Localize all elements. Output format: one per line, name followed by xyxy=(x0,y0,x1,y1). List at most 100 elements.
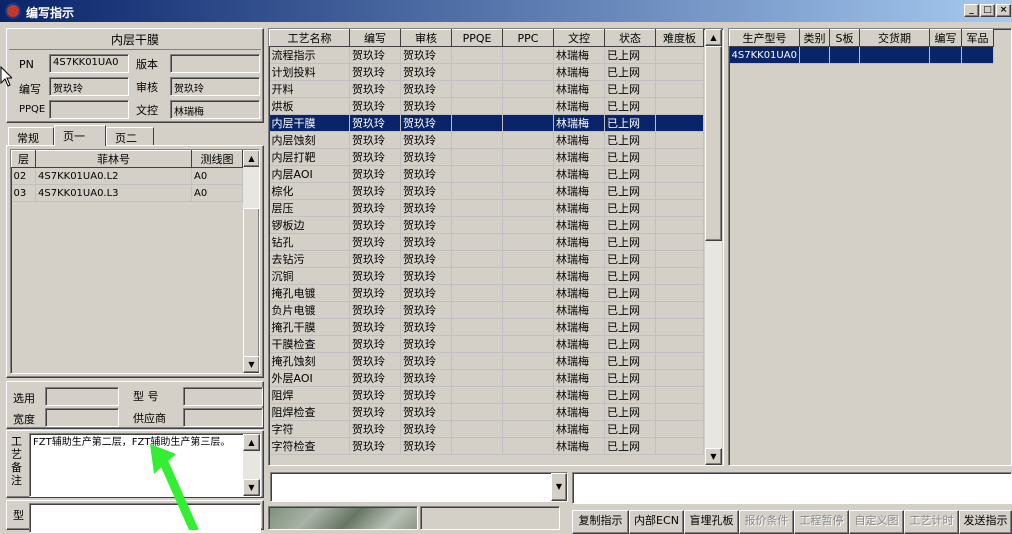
note-input[interactable] xyxy=(572,472,1012,504)
select-field[interactable] xyxy=(45,387,119,406)
table-cell xyxy=(502,318,554,336)
minimize-button[interactable]: _ xyxy=(964,4,979,17)
table-row[interactable]: 锣板边 贺玖玲 贺玖玲 林瑞梅 已上网 xyxy=(269,216,704,234)
table-cell xyxy=(451,420,503,438)
window-title-bar[interactable]: 编写指示 _ □ × xyxy=(0,0,1012,22)
engineering-pause-button[interactable]: 工程暂停 xyxy=(794,510,849,534)
copy-instruction-button[interactable]: 复制指示 xyxy=(572,510,629,534)
table-cell: 林瑞梅 xyxy=(553,437,605,455)
column-header-doc-control[interactable]: 文控 xyxy=(553,29,605,47)
table-row[interactable]: 内层蚀刻 贺玖玲 贺玖玲 林瑞梅 已上网 xyxy=(269,131,704,149)
column-header-ppqe[interactable]: PPQE xyxy=(451,29,503,47)
scroll-up-arrow-icon[interactable]: ▲ xyxy=(243,434,260,451)
width-field[interactable] xyxy=(45,408,119,427)
table-row[interactable]: 字符 贺玖玲 贺玖玲 林瑞梅 已上网 xyxy=(269,420,704,438)
close-button[interactable]: × xyxy=(996,4,1011,17)
table-row[interactable]: 03 4S7KK01UA0.L3 A0 xyxy=(11,184,243,202)
remarks-scrollbar[interactable]: ▲ ▼ xyxy=(243,434,260,496)
column-header-military[interactable]: 军品 xyxy=(961,29,994,47)
column-header-category[interactable]: 类别 xyxy=(799,29,830,47)
table-row[interactable]: 掩孔干膜 贺玖玲 贺玖玲 林瑞梅 已上网 xyxy=(269,318,704,336)
tab-page-two[interactable]: 页二 xyxy=(106,127,154,145)
version-field[interactable] xyxy=(170,54,260,73)
column-header-author[interactable]: 编写 xyxy=(349,29,401,47)
column-header-status[interactable]: 状态 xyxy=(604,29,656,47)
table-row[interactable]: 4S7KK01UA0 xyxy=(729,46,994,64)
table-row[interactable]: 流程指示 贺玖玲 贺玖玲 林瑞梅 已上网 xyxy=(269,46,704,64)
scroll-down-arrow-icon[interactable]: ▼ xyxy=(243,356,259,373)
ppqe-label: PPQE xyxy=(19,104,46,115)
table-row[interactable]: 计划投料 贺玖玲 贺玖玲 林瑞梅 已上网 xyxy=(269,63,704,81)
table-cell: 贺玖玲 xyxy=(400,182,452,200)
scroll-thumb[interactable] xyxy=(243,208,259,358)
scroll-thumb[interactable] xyxy=(705,46,722,241)
table-row[interactable]: 02 4S7KK01UA0.L2 A0 xyxy=(11,167,243,185)
table-cell xyxy=(502,233,554,251)
column-header-author[interactable]: 编写 xyxy=(929,29,962,47)
table-row[interactable]: 掩孔电镀 贺玖玲 贺玖玲 林瑞梅 已上网 xyxy=(269,284,704,302)
table-cell: 贺玖玲 xyxy=(400,420,452,438)
scroll-down-arrow-icon[interactable]: ▼ xyxy=(243,479,260,496)
maximize-button[interactable]: □ xyxy=(980,4,995,17)
model-field[interactable] xyxy=(183,387,263,406)
layer-table-scrollbar[interactable]: ▲ ▼ xyxy=(243,150,259,373)
scroll-up-arrow-icon[interactable]: ▲ xyxy=(705,29,722,46)
table-row[interactable]: 负片电镀 贺玖玲 贺玖玲 林瑞梅 已上网 xyxy=(269,301,704,319)
table-cell: 林瑞梅 xyxy=(553,335,605,353)
supplier-field[interactable] xyxy=(183,408,263,427)
column-header-process-name[interactable]: 工艺名称 xyxy=(269,29,350,47)
scroll-down-arrow-icon[interactable]: ▼ xyxy=(705,448,722,465)
author-field[interactable]: 贺玖玲 xyxy=(49,77,129,96)
column-header-s-board[interactable]: S板 xyxy=(829,29,860,47)
table-cell xyxy=(655,386,704,404)
table-row[interactable]: 阻焊检查 贺玖玲 贺玖玲 林瑞梅 已上网 xyxy=(269,403,704,421)
table-row[interactable]: 外层AOI 贺玖玲 贺玖玲 林瑞梅 已上网 xyxy=(269,369,704,387)
table-row[interactable]: 烘板 贺玖玲 贺玖玲 林瑞梅 已上网 xyxy=(269,97,704,115)
table-row[interactable]: 干膜检查 贺玖玲 贺玖玲 林瑞梅 已上网 xyxy=(269,335,704,353)
pn-field[interactable]: 4S7KK01UA0 xyxy=(49,54,129,73)
quote-condition-button[interactable]: 报价条件 xyxy=(739,510,794,534)
column-header-reviewer[interactable]: 审核 xyxy=(400,29,452,47)
process-combo-box[interactable]: ▼ xyxy=(270,472,568,502)
reviewer-field[interactable]: 贺玖玲 xyxy=(170,77,260,96)
doc-control-field[interactable]: 林瑞梅 xyxy=(170,100,260,119)
blind-buried-via-button[interactable]: 盲埋孔板 xyxy=(684,510,739,534)
remarks-label: 工艺备注 xyxy=(11,435,22,487)
table-cell: 已上网 xyxy=(604,182,656,200)
table-row[interactable]: 字符检查 贺玖玲 贺玖玲 林瑞梅 已上网 xyxy=(269,437,704,455)
table-cell xyxy=(655,97,704,115)
ppqe-field[interactable] xyxy=(49,100,129,119)
column-header-test-drawing[interactable]: 测线图 xyxy=(191,150,243,168)
custom-drawing-button[interactable]: 自定义图 xyxy=(849,510,904,534)
table-row[interactable]: 层压 贺玖玲 贺玖玲 林瑞梅 已上网 xyxy=(269,199,704,217)
process-table-scrollbar[interactable]: ▲ ▼ xyxy=(705,29,722,465)
column-header-layer[interactable]: 层 xyxy=(11,150,36,168)
column-header-delivery-date[interactable]: 交货期 xyxy=(859,29,930,47)
combo-dropdown-arrow-icon[interactable]: ▼ xyxy=(551,473,567,501)
table-row[interactable]: 掩孔蚀刻 贺玖玲 贺玖玲 林瑞梅 已上网 xyxy=(269,352,704,370)
column-header-film-no[interactable]: 菲林号 xyxy=(35,150,192,168)
table-cell: 贺玖玲 xyxy=(349,216,401,234)
tab-page-one[interactable]: 页一 xyxy=(54,125,106,146)
table-row[interactable]: 开料 贺玖玲 贺玖玲 林瑞梅 已上网 xyxy=(269,80,704,98)
table-row[interactable]: 钻孔 贺玖玲 贺玖玲 林瑞梅 已上网 xyxy=(269,233,704,251)
internal-ecn-button[interactable]: 内部ECN xyxy=(629,510,684,534)
scroll-up-arrow-icon[interactable]: ▲ xyxy=(243,150,259,167)
send-instruction-button[interactable]: 发送指示 xyxy=(959,510,1012,534)
table-row[interactable]: 阻焊 贺玖玲 贺玖玲 林瑞梅 已上网 xyxy=(269,386,704,404)
table-cell xyxy=(451,199,503,217)
table-row[interactable]: 内层AOI 贺玖玲 贺玖玲 林瑞梅 已上网 xyxy=(269,165,704,183)
table-row[interactable]: 沉铜 贺玖玲 贺玖玲 林瑞梅 已上网 xyxy=(269,267,704,285)
table-row[interactable]: 内层干膜 贺玖玲 贺玖玲 林瑞梅 已上网 xyxy=(269,114,704,132)
table-cell: 阻焊检查 xyxy=(269,403,350,421)
table-row[interactable]: 去钻污 贺玖玲 贺玖玲 林瑞梅 已上网 xyxy=(269,250,704,268)
table-cell xyxy=(451,284,503,302)
column-header-difficulty-board[interactable]: 难度板 xyxy=(655,29,704,47)
column-header-ppc[interactable]: PPC xyxy=(502,29,554,47)
tab-general[interactable]: 常规 xyxy=(8,127,54,145)
table-row[interactable]: 内层打靶 贺玖玲 贺玖玲 林瑞梅 已上网 xyxy=(269,148,704,166)
column-header-production-model[interactable]: 生产型号 xyxy=(729,29,800,47)
table-row[interactable]: 棕化 贺玖玲 贺玖玲 林瑞梅 已上网 xyxy=(269,182,704,200)
process-timer-button[interactable]: 工艺计时 xyxy=(904,510,959,534)
table-cell xyxy=(655,284,704,302)
